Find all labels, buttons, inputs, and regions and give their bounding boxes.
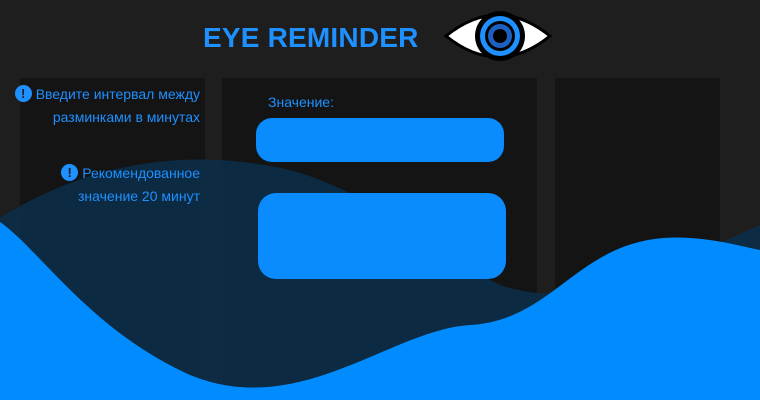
- info-icon: !: [61, 164, 79, 181]
- info-icon: !: [14, 85, 32, 102]
- hint-interval: ! Введите интервал между разминками в мин…: [10, 83, 200, 129]
- hint-interval-text: Введите интервал между разминками в мину…: [35, 86, 200, 125]
- hint-recommended: ! Рекомендованное значение 20 минут: [10, 162, 200, 208]
- hint-recommended-text: Рекомендованное значение 20 минут: [78, 165, 200, 204]
- app-window: EYE REMINDER ! Введите интервал между раз…: [0, 0, 760, 400]
- interval-input[interactable]: [256, 118, 504, 162]
- value-label: Значение:: [268, 94, 334, 110]
- submit-button[interactable]: [258, 193, 506, 279]
